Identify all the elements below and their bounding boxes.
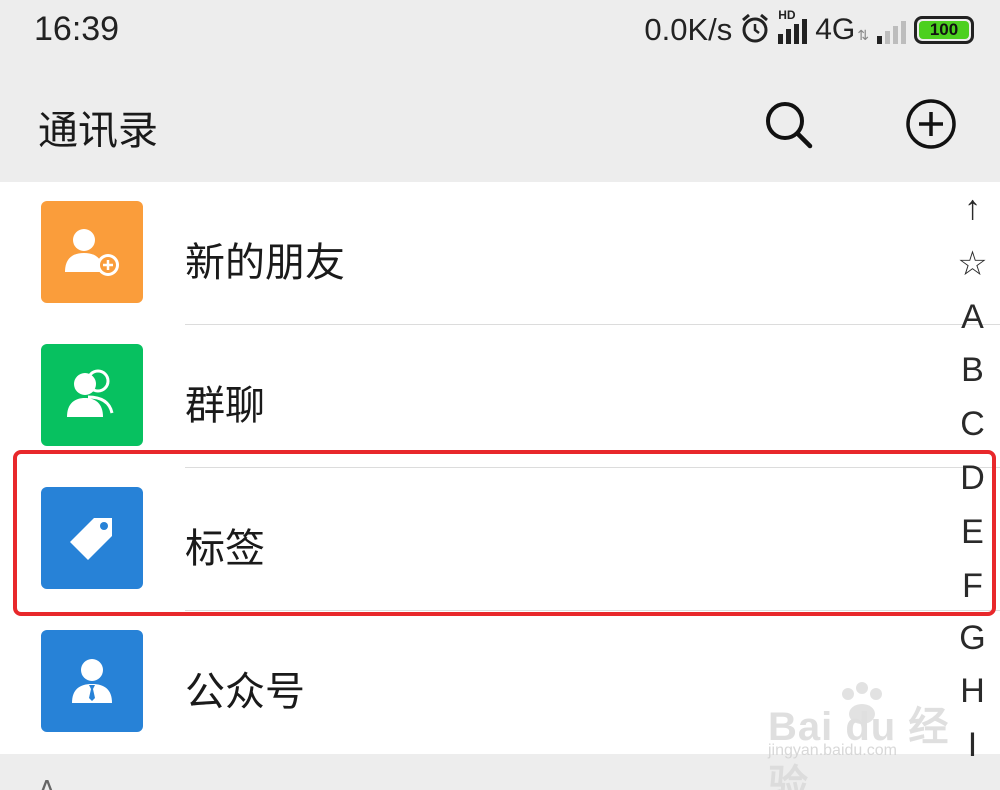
network-speed: 0.0K/s <box>644 12 733 47</box>
index-star[interactable]: ☆ <box>945 244 1000 284</box>
section-letter: A <box>38 776 56 790</box>
battery-level: 100 <box>919 21 969 39</box>
official-account-icon <box>41 630 143 732</box>
section-header: A <box>0 754 1000 790</box>
list-item-group-chats[interactable]: 群聊 <box>0 325 1000 468</box>
search-icon <box>766 102 813 149</box>
page-title: 通讯录 <box>38 108 158 154</box>
list-item-new-friends[interactable]: 新的朋友 <box>0 182 1000 325</box>
search-button[interactable] <box>758 94 818 154</box>
signal-strength-secondary-icon <box>877 16 906 44</box>
highlight-annotation <box>13 450 996 616</box>
index-letter-b[interactable]: B <box>945 350 1000 390</box>
list-item-label: 公众号 <box>185 669 305 715</box>
index-letter-h[interactable]: H <box>945 671 1000 711</box>
list-item-label: 新的朋友 <box>185 240 345 286</box>
add-friend-icon <box>41 201 143 303</box>
index-letter-a[interactable]: A <box>945 297 1000 337</box>
data-transfer-icon: ⇅ <box>857 28 869 44</box>
alarm-clock-icon <box>740 12 770 48</box>
index-letter-i[interactable]: I <box>945 725 1000 765</box>
group-chat-icon <box>41 344 143 446</box>
add-circle-icon <box>906 99 956 149</box>
status-time: 16:39 <box>34 10 120 48</box>
index-letter-g[interactable]: G <box>945 618 1000 658</box>
battery-icon: 100 <box>914 16 974 44</box>
network-type: 4G <box>815 13 856 46</box>
nav-bar: 通讯录 <box>0 62 1000 182</box>
list-item-official-accounts[interactable]: 公众号 <box>0 611 1000 754</box>
add-button[interactable] <box>901 94 961 154</box>
index-letter-c[interactable]: C <box>945 404 1000 444</box>
status-indicators: 0.0K/s HD 4G ⇅ 100 <box>644 8 974 52</box>
list-item-label: 群聊 <box>185 383 265 429</box>
status-bar: 16:39 0.0K/s HD 4G ⇅ 100 <box>0 0 1000 62</box>
signal-strength-icon: HD <box>778 8 808 44</box>
hd-label: HD <box>778 8 796 22</box>
index-top[interactable]: ↑ <box>945 188 1000 228</box>
